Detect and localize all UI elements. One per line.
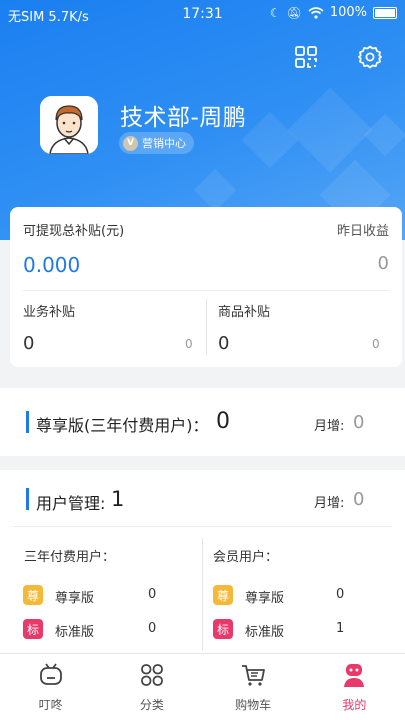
divider xyxy=(13,526,392,527)
profile-icon xyxy=(344,664,365,687)
tab-category[interactable]: 分类 xyxy=(101,654,202,720)
tab-label: 叮咚 xyxy=(38,698,63,712)
tab-label: 购物车 xyxy=(235,698,272,712)
standard-tag-icon: 标 xyxy=(23,619,43,639)
tab-dingdong[interactable]: 叮咚 xyxy=(0,654,101,720)
section-accent-bar xyxy=(26,488,29,510)
profile-header: 无SIM 5.7K/s 17:31 ☾ 🔕︎ 100% 技术部-周鹏 V 营销中… xyxy=(0,0,405,240)
premium-users-card[interactable]: 尊享版(三年付费用户)： 0 月增: 0 xyxy=(0,388,405,456)
qr-code-icon[interactable] xyxy=(293,44,319,70)
paid-users-heading: 三年付费用户： xyxy=(24,550,116,565)
product-subsidy-extra: 0 xyxy=(372,337,380,351)
premium-users-count: 0 xyxy=(216,409,230,434)
badge-label: 营销中心 xyxy=(142,137,186,150)
user-management-title: 用户管理: xyxy=(36,494,106,513)
premium-tag-icon: 尊 xyxy=(23,585,43,605)
monthly-growth-value: 0 xyxy=(353,489,365,510)
decor-diamond xyxy=(241,111,299,169)
status-icons: ☾ 🔕︎ 100% xyxy=(270,5,397,20)
tab-label: 我的 xyxy=(342,698,367,712)
product-subsidy-value: 0 xyxy=(218,333,230,354)
divider xyxy=(202,538,203,650)
monthly-growth-label: 月增: xyxy=(314,419,345,434)
member-premium-value: 0 xyxy=(336,587,345,602)
business-subsidy-extra: 0 xyxy=(185,337,193,351)
total-subsidy-value: 0.000 xyxy=(23,253,81,277)
avatar[interactable] xyxy=(40,96,98,154)
member-standard-value: 1 xyxy=(336,621,345,636)
yesterday-income-value: 0 xyxy=(377,253,389,274)
battery-icon xyxy=(373,6,397,19)
cart-icon xyxy=(242,665,266,686)
bell-off-icon: 🔕︎ xyxy=(286,5,302,20)
member-standard-label: 标准版 xyxy=(245,625,285,640)
paid-standard-value: 0 xyxy=(148,621,157,636)
user-management-count: 1 xyxy=(111,487,125,511)
bottom-tab-bar: 叮咚 分类 购物车 我的 xyxy=(0,653,405,720)
section-accent-bar xyxy=(26,411,29,433)
standard-tag-icon: 标 xyxy=(213,619,233,639)
paid-premium-value: 0 xyxy=(148,587,157,602)
business-subsidy-value: 0 xyxy=(23,333,35,354)
dingdong-icon xyxy=(39,663,62,685)
paid-premium-label: 尊享版 xyxy=(55,591,95,606)
member-users-heading: 会员用户： xyxy=(213,550,279,565)
divider xyxy=(23,290,389,291)
yesterday-income-label: 昨日收益 xyxy=(336,224,389,239)
user-name: 技术部-周鹏 xyxy=(120,105,247,131)
subsidy-card[interactable]: 可提现总补贴(元) 昨日收益 0.000 0 业务补贴 0 0 商品补贴 0 0 xyxy=(10,207,402,367)
tab-cart[interactable]: 购物车 xyxy=(203,654,304,720)
tab-label: 分类 xyxy=(139,698,164,712)
department-badge: V 营销中心 xyxy=(119,132,194,154)
paid-standard-label: 标准版 xyxy=(55,625,95,640)
status-bar: 无SIM 5.7K/s 17:31 ☾ 🔕︎ 100% xyxy=(0,0,405,30)
divider xyxy=(206,299,207,355)
wifi-icon xyxy=(308,6,324,19)
decor-diamond xyxy=(287,87,373,173)
business-subsidy-label: 业务补贴 xyxy=(23,305,76,320)
decor-diamond xyxy=(193,168,237,212)
header-actions xyxy=(293,44,383,70)
product-subsidy-label: 商品补贴 xyxy=(218,305,271,320)
battery-percent: 100% xyxy=(329,5,367,20)
member-premium-label: 尊享版 xyxy=(245,591,285,606)
decor-diamond xyxy=(363,113,405,157)
category-icon xyxy=(140,664,163,686)
premium-users-title: 尊享版(三年付费用户)： xyxy=(36,416,209,435)
monthly-growth-value: 0 xyxy=(353,412,365,433)
verified-icon: V xyxy=(123,135,138,151)
total-subsidy-label: 可提现总补贴(元) xyxy=(23,224,125,239)
user-avatar-icon xyxy=(40,96,98,154)
settings-gear-icon[interactable] xyxy=(357,44,383,70)
moon-icon: ☾ xyxy=(269,5,281,20)
user-management-card[interactable]: 用户管理: 1 月增: 0 三年付费用户： 会员用户： 尊 尊享版 0 标 标准… xyxy=(0,470,405,653)
tab-profile[interactable]: 我的 xyxy=(304,654,405,720)
premium-tag-icon: 尊 xyxy=(213,585,233,605)
monthly-growth-label: 月增: xyxy=(314,496,345,511)
